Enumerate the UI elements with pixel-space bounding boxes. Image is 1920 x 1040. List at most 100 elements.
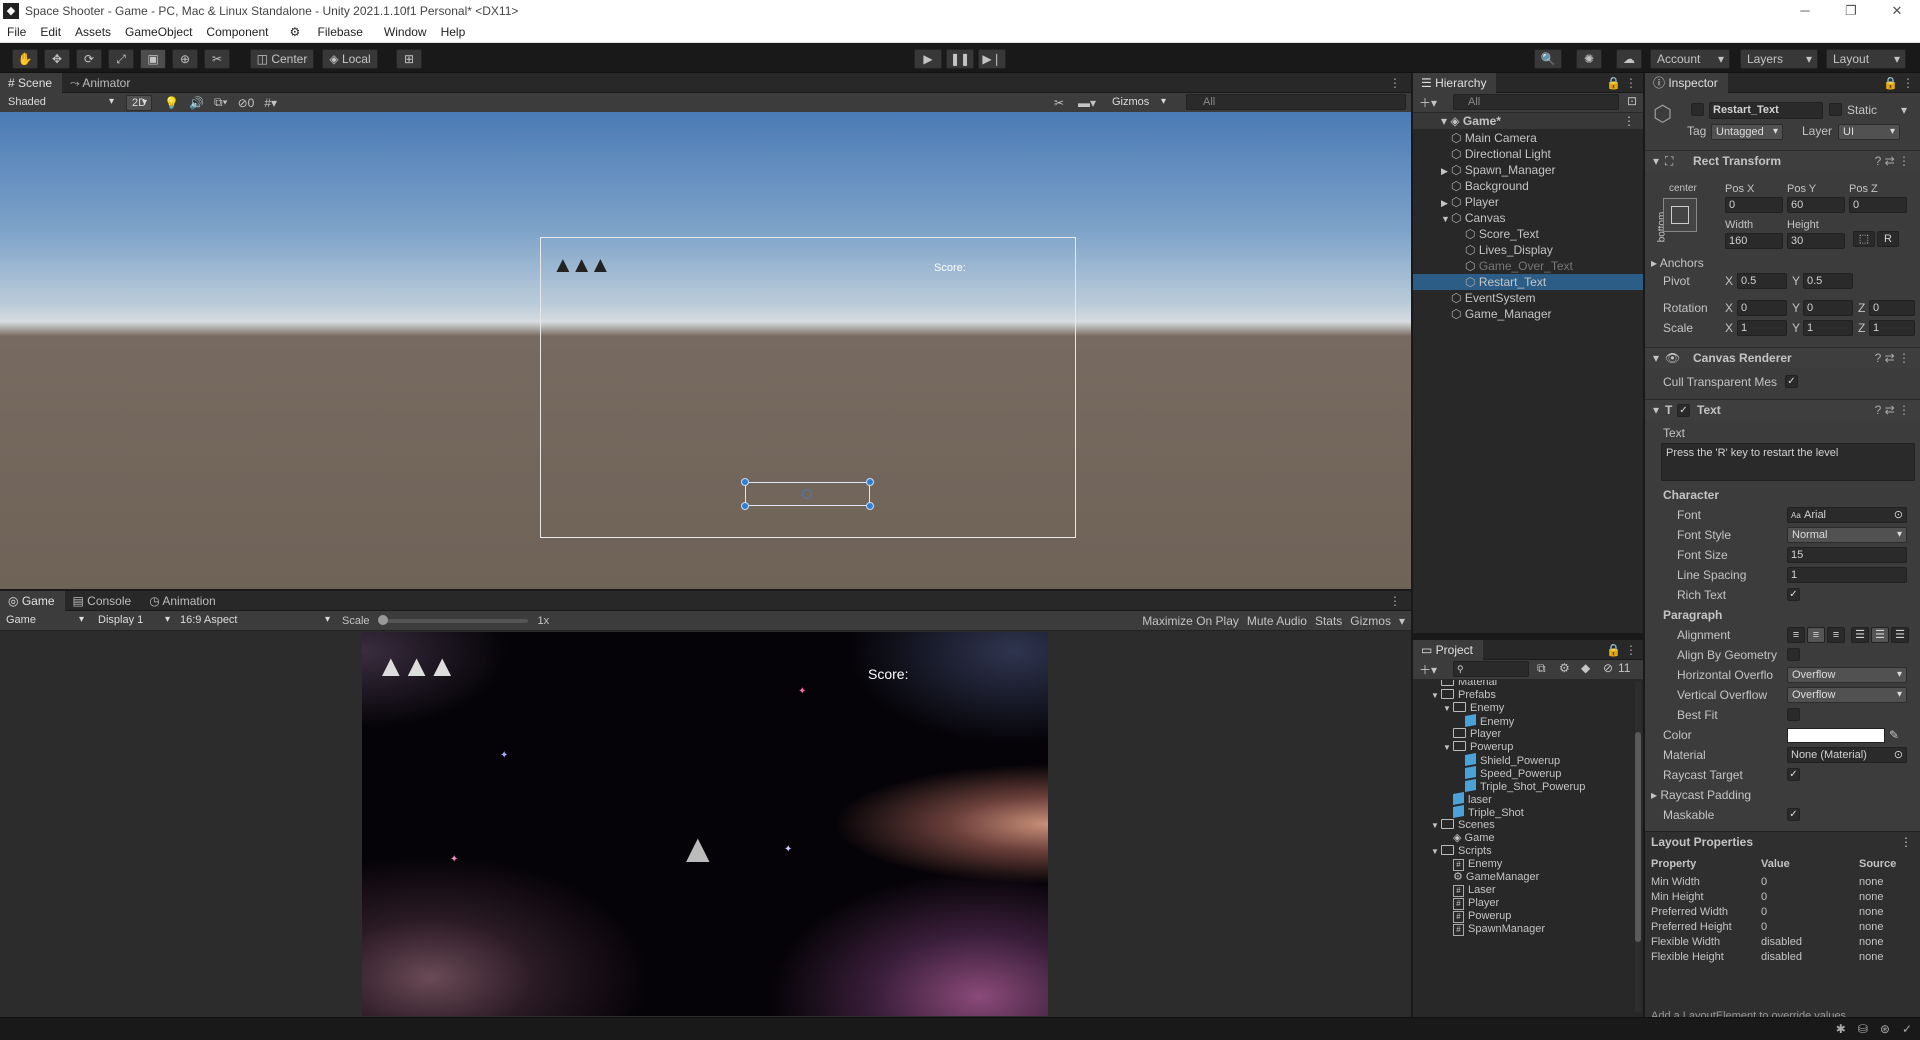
tab-animation[interactable]: ◷ Animation <box>141 591 226 611</box>
pivot-y-field[interactable]: 0.5 <box>1803 273 1853 289</box>
tab-project[interactable]: ▭ Project <box>1413 639 1484 660</box>
chevron-down-icon[interactable]: ▼ <box>1441 211 1451 227</box>
scene-root[interactable]: ▾ ◈ Game* ⋮ <box>1413 113 1643 129</box>
more-icon[interactable]: ⋮ <box>1389 76 1401 90</box>
hierarchy-item[interactable]: ⬡ Game_Manager <box>1413 306 1643 322</box>
layout-dropdown[interactable]: Layout ▾ <box>1826 49 1906 69</box>
menu-help[interactable]: Help <box>434 25 473 39</box>
project-scrollbar[interactable] <box>1635 682 1641 1012</box>
rect-handle[interactable] <box>866 502 874 510</box>
effects-icon[interactable]: ⧉▾ <box>214 95 228 110</box>
hierarchy-item[interactable]: ⬡ Restart_Text <box>1413 274 1643 290</box>
debug-icon[interactable]: ✱ <box>1836 1022 1846 1036</box>
font-field[interactable]: Aa Arial ⊙ <box>1787 507 1907 523</box>
rect-handle[interactable] <box>741 478 749 486</box>
posy-field[interactable]: 60 <box>1787 197 1845 213</box>
canvas-renderer-header[interactable]: ▾ 👁 Canvas Renderer ? ⇄ ⋮ <box>1645 347 1920 368</box>
lock-icon[interactable]: 🔒 <box>1606 76 1621 90</box>
hierarchy-item[interactable]: ▶ ⬡ Spawn_Manager <box>1413 162 1643 178</box>
text-enabled-checkbox[interactable]: ✓ <box>1677 404 1690 417</box>
chevron-down-icon[interactable]: ▼ <box>1443 741 1453 754</box>
chevron-down-icon[interactable]: ▾ <box>1901 102 1907 118</box>
cache-icon[interactable]: ⛁ <box>1858 1022 1868 1036</box>
game-gizmos-toggle[interactable]: Gizmos <box>1350 614 1391 628</box>
filter-type-icon[interactable]: ⚙ <box>1559 661 1570 675</box>
project-item[interactable]: # SpawnManager <box>1413 923 1545 936</box>
hierarchy-item[interactable]: ▶ ⬡ Player <box>1413 194 1643 210</box>
align-bottom-icon[interactable]: ☰ <box>1891 627 1909 643</box>
chevron-down-icon[interactable]: ▾ <box>1399 614 1405 628</box>
rich-text-checkbox[interactable]: ✓ <box>1787 588 1800 601</box>
tag-dropdown[interactable]: Untagged <box>1711 124 1783 140</box>
check-icon[interactable]: ✓ <box>1902 1022 1912 1036</box>
project-item[interactable]: ◈ Game <box>1413 832 1494 845</box>
chevron-down-icon[interactable]: ▼ <box>1431 689 1441 702</box>
pivot-local-button[interactable]: ◈ Local <box>322 49 378 69</box>
scale-y-field[interactable]: 1 <box>1803 320 1853 336</box>
layers-dropdown[interactable]: Layers ▾ <box>1740 49 1818 69</box>
align-left-icon[interactable]: ≡ <box>1787 627 1805 643</box>
scale-tool-button[interactable]: ⤢ <box>108 49 134 69</box>
project-item[interactable]: ▼ Powerup <box>1413 741 1513 754</box>
pivot-center-button[interactable]: ◫ Center <box>250 49 314 69</box>
hierarchy-item[interactable]: ▼⬡ Canvas <box>1413 210 1643 226</box>
object-picker-icon[interactable]: ⊙ <box>1894 748 1903 763</box>
aspect-dropdown[interactable]: 16:9 Aspect <box>176 612 334 629</box>
lock-icon[interactable]: 🔒 <box>1606 643 1621 657</box>
more-icon[interactable]: ⋮ <box>1900 834 1912 850</box>
rect-handle[interactable] <box>741 502 749 510</box>
grid-snap-button[interactable]: ⊞ <box>396 49 422 69</box>
text-input[interactable]: Press the 'R' key to restart the level <box>1661 443 1915 481</box>
more-icon[interactable]: ⋮ <box>1623 113 1635 129</box>
close-button[interactable]: ✕ <box>1874 0 1920 22</box>
component-menu-icons[interactable]: ? ⇄ ⋮ <box>1875 348 1910 369</box>
menu-filebase[interactable]: ⚙ Filebase <box>275 25 376 39</box>
lock-icon[interactable]: 🔒 <box>1883 76 1898 90</box>
pause-button[interactable]: ❚❚ <box>946 49 974 69</box>
maximize-button[interactable]: ❐ <box>1828 0 1874 22</box>
more-icon[interactable]: ⋮ <box>1625 76 1637 90</box>
project-item[interactable]: Speed_Powerup <box>1413 766 1561 780</box>
game-view-dropdown[interactable]: Game <box>2 612 88 629</box>
tab-scene[interactable]: # Scene <box>0 72 63 93</box>
menu-component[interactable]: Component <box>199 25 275 39</box>
search-button[interactable]: 🔍 <box>1534 49 1562 69</box>
menu-assets[interactable]: Assets <box>68 25 118 39</box>
scale-slider[interactable] <box>377 614 528 625</box>
menu-window[interactable]: Window <box>377 25 434 39</box>
scene-viewport[interactable]: ▲▲▲ Score: <box>0 112 1411 589</box>
project-item[interactable]: ▼ Scenes <box>1413 819 1495 832</box>
chevron-right-icon[interactable]: ▶ <box>1441 195 1451 211</box>
add-dropdown[interactable]: ＋▾ <box>1419 94 1437 111</box>
font-style-dropdown[interactable]: Normal <box>1787 527 1907 543</box>
anchors-foldout[interactable]: ▸ Anchors <box>1651 255 1704 271</box>
hierarchy-search-input[interactable]: All <box>1453 94 1619 110</box>
active-checkbox[interactable] <box>1691 103 1704 116</box>
step-button[interactable]: ▶❘ <box>978 49 1006 69</box>
rotation-z-field[interactable]: 0 <box>1869 300 1915 316</box>
chevron-right-icon[interactable]: ▶ <box>1441 163 1451 179</box>
align-middle-icon[interactable]: ☰ <box>1871 627 1889 643</box>
project-item[interactable]: Triple_Shot <box>1413 805 1524 819</box>
blueprint-mode-button[interactable]: ⬚ <box>1853 231 1875 247</box>
display-dropdown[interactable]: Display 1 <box>94 612 174 629</box>
hierarchy-item[interactable]: ⬡ Score_Text <box>1413 226 1643 242</box>
vertical-overflow-dropdown[interactable]: Overflow <box>1787 687 1907 703</box>
collab-button[interactable]: ✺ <box>1576 49 1602 69</box>
project-item[interactable]: ⚙ GameManager <box>1413 871 1539 884</box>
scene-search-input[interactable]: All <box>1186 94 1406 110</box>
shading-mode-dropdown[interactable]: Shaded <box>4 94 118 111</box>
project-item[interactable]: laser <box>1413 792 1492 806</box>
hand-tool-button[interactable]: ✋ <box>12 49 38 69</box>
width-field[interactable]: 160 <box>1725 233 1783 249</box>
align-center-icon[interactable]: ≡ <box>1807 627 1825 643</box>
horizontal-overflow-dropdown[interactable]: Overflow <box>1787 667 1907 683</box>
more-icon[interactable]: ⋮ <box>1625 643 1637 657</box>
maximize-on-play-toggle[interactable]: Maximize On Play <box>1142 614 1239 628</box>
static-checkbox[interactable] <box>1829 103 1842 116</box>
rotation-y-field[interactable]: 0 <box>1803 300 1853 316</box>
align-by-geometry-checkbox[interactable] <box>1787 648 1800 661</box>
transform-tool-button[interactable]: ⊕ <box>172 49 198 69</box>
move-tool-button[interactable]: ✥ <box>44 49 70 69</box>
filter-label-icon[interactable]: ◆ <box>1581 661 1590 675</box>
